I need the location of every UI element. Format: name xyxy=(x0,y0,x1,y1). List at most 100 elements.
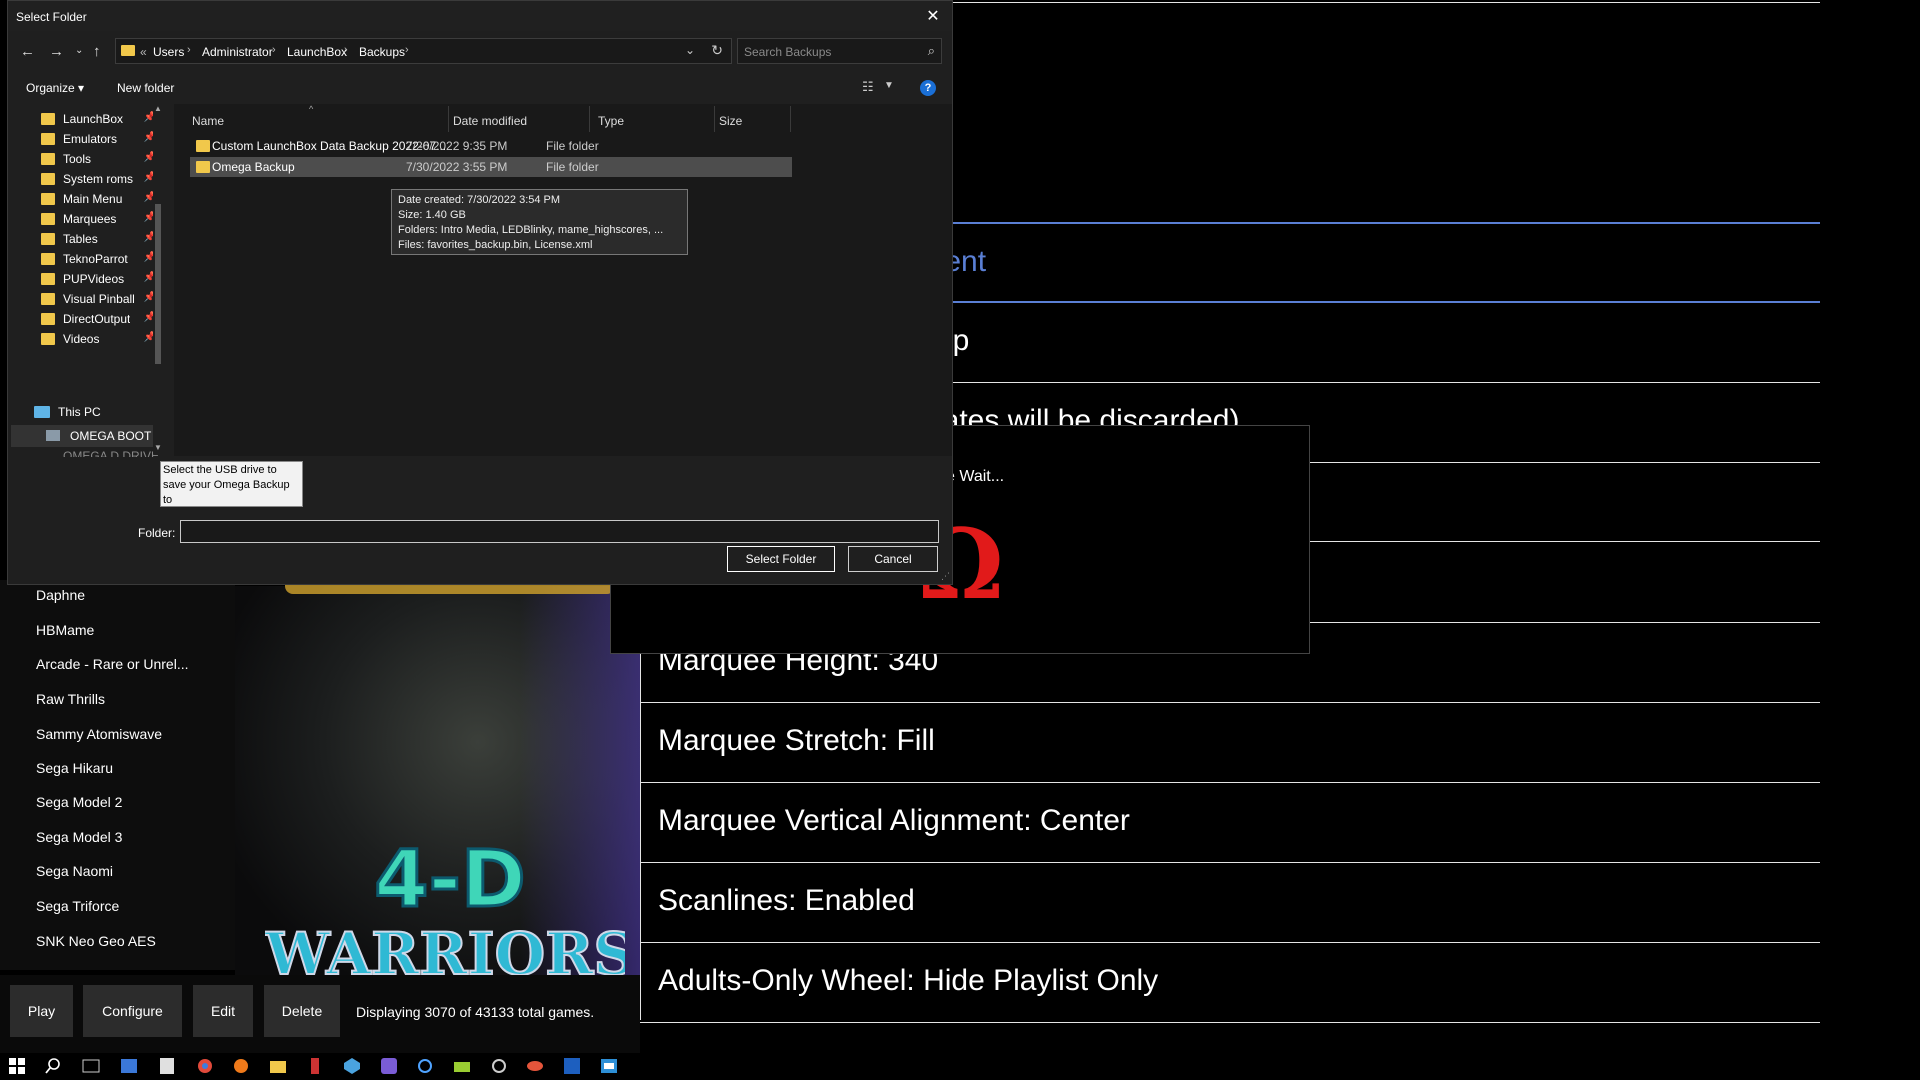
search-icon[interactable]: ⌕ xyxy=(928,43,935,59)
nav-item-marquees[interactable]: Marquees 📌 xyxy=(41,209,156,229)
refresh-icon[interactable]: ↻ xyxy=(711,42,723,59)
chevron-right-icon[interactable]: › xyxy=(272,44,276,56)
file-row[interactable]: Custom LaunchBox Data Backup 2022-07... … xyxy=(190,136,792,156)
platform-item[interactable]: Daphne xyxy=(36,587,85,603)
nav-item-tables[interactable]: Tables 📌 xyxy=(41,229,156,249)
platform-item[interactable]: Sega Model 3 xyxy=(36,829,122,845)
chevron-down-icon[interactable]: ⌄ xyxy=(75,45,83,56)
menu-divider xyxy=(640,862,1820,863)
chevron-down-icon[interactable]: ▼ xyxy=(884,80,894,91)
column-header-type[interactable]: Type xyxy=(598,114,624,128)
breadcrumb-launchbox[interactable]: LaunchBox xyxy=(287,45,347,59)
chevron-right-icon[interactable]: › xyxy=(344,44,348,56)
app-icon[interactable] xyxy=(416,1057,434,1075)
navigation-scrollbar[interactable]: ▲ ▼ xyxy=(153,104,163,454)
scrollbar-thumb[interactable] xyxy=(155,204,161,364)
platform-item[interactable]: Sega Triforce xyxy=(36,898,119,914)
column-header-name[interactable]: Name xyxy=(192,114,224,128)
menu-item-marquee-alignment[interactable]: Marquee Vertical Alignment: Center xyxy=(658,804,1130,838)
start-icon[interactable] xyxy=(8,1057,26,1075)
search-input[interactable] xyxy=(744,44,914,60)
settings-icon[interactable] xyxy=(490,1057,508,1075)
scroll-up-icon[interactable]: ▲ xyxy=(154,104,162,113)
menu-item-marquee-stretch[interactable]: Marquee Stretch: Fill xyxy=(658,724,935,758)
nav-item-visual-pinball[interactable]: Visual Pinball 📌 xyxy=(41,289,156,309)
nav-item-directoutput[interactable]: DirectOutput 📌 xyxy=(41,309,156,329)
navigation-pane: LaunchBox 📌 Emulators 📌 Tools 📌 System roms… xyxy=(8,104,164,456)
chevron-down-icon[interactable]: ⌄ xyxy=(685,43,695,57)
cancel-button[interactable]: Cancel xyxy=(848,546,938,572)
chrome-icon[interactable] xyxy=(196,1057,214,1075)
file-explorer-icon[interactable] xyxy=(269,1057,287,1075)
nav-item-omega-d-drive[interactable]: OMEGA D DRIVE xyxy=(63,449,159,457)
forward-arrow-icon[interactable]: → xyxy=(49,43,64,60)
nav-item-pupvideos[interactable]: PUPVideos 📌 xyxy=(41,269,156,289)
platform-item[interactable]: Sammy Atomiswave xyxy=(36,726,162,742)
app-icon[interactable] xyxy=(453,1057,471,1075)
column-divider[interactable] xyxy=(589,106,590,132)
dialog-titlebar[interactable]: Select Folder ✕ xyxy=(8,1,952,31)
column-header-size[interactable]: Size xyxy=(719,114,742,128)
scroll-down-icon[interactable]: ▼ xyxy=(154,443,162,452)
firefox-icon[interactable] xyxy=(232,1057,250,1075)
platform-item[interactable]: Sega Hikaru xyxy=(36,760,113,776)
chevron-right-icon[interactable]: › xyxy=(405,44,409,56)
nav-item-emulators[interactable]: Emulators 📌 xyxy=(41,129,156,149)
breadcrumb-backups[interactable]: Backups xyxy=(359,45,405,59)
play-button[interactable]: Play xyxy=(10,985,73,1037)
column-divider[interactable] xyxy=(790,106,791,132)
folder-input[interactable] xyxy=(180,520,939,543)
resize-grip-icon[interactable]: ⋰ xyxy=(941,571,950,582)
app-icon[interactable] xyxy=(600,1057,618,1075)
configure-button[interactable]: Configure xyxy=(83,985,182,1037)
search-box[interactable]: ⌕ xyxy=(737,38,942,64)
up-arrow-icon[interactable]: ↑ xyxy=(93,43,101,60)
nav-item-videos[interactable]: Videos 📌 xyxy=(41,329,156,349)
column-divider[interactable] xyxy=(714,106,715,132)
select-folder-button[interactable]: Select Folder xyxy=(727,546,835,572)
column-header-date-modified[interactable]: Date modified xyxy=(453,114,527,128)
app-icon[interactable] xyxy=(563,1057,581,1075)
delete-button[interactable]: Delete xyxy=(264,985,340,1037)
help-icon[interactable]: ? xyxy=(920,80,936,96)
command-bar: Organize ▾ New folder ☷ ▼ ? xyxy=(8,73,952,103)
app-icon[interactable] xyxy=(343,1057,361,1075)
platform-item[interactable]: Arcade - Rare or Unrel... xyxy=(36,656,189,672)
platform-item[interactable]: Sega Model 2 xyxy=(36,794,122,810)
edit-button[interactable]: Edit xyxy=(193,985,253,1037)
notepad-icon[interactable] xyxy=(158,1057,176,1075)
app-icon[interactable] xyxy=(526,1057,544,1075)
breadcrumb-administrator[interactable]: Administrator xyxy=(202,45,273,59)
organize-button[interactable]: Organize ▾ xyxy=(26,81,84,95)
column-divider[interactable] xyxy=(448,106,449,132)
menu-item-scanlines[interactable]: Scanlines: Enabled xyxy=(658,884,915,918)
menu-item-adults-only-wheel[interactable]: Adults-Only Wheel: Hide Playlist Only xyxy=(658,964,1158,998)
app-icon[interactable] xyxy=(120,1057,138,1075)
nav-item-teknoparrot[interactable]: TeknoParrot 📌 xyxy=(41,249,156,269)
terminal-icon[interactable] xyxy=(82,1057,100,1075)
platform-item[interactable]: Raw Thrills xyxy=(36,691,105,707)
platform-item[interactable]: SNK Neo Geo AES xyxy=(36,933,156,949)
app-icon[interactable] xyxy=(306,1057,324,1075)
address-bar[interactable]: « Users › Administrator › LaunchBox › Ba… xyxy=(115,38,732,64)
nav-item-tools[interactable]: Tools 📌 xyxy=(41,149,156,169)
view-options-icon[interactable]: ☷ xyxy=(862,79,874,95)
new-folder-button[interactable]: New folder xyxy=(117,81,174,95)
platform-list: Daphne HBMame Arcade - Rare or Unrel... … xyxy=(0,580,235,970)
file-row-selected[interactable]: Omega Backup 7/30/2022 3:55 PM File fold… xyxy=(190,157,792,177)
app-icon[interactable] xyxy=(380,1057,398,1075)
breadcrumb-overflow[interactable]: « xyxy=(140,45,147,59)
nav-item-system-roms[interactable]: System roms 📌 xyxy=(41,169,156,189)
nav-item-this-pc[interactable]: This PC xyxy=(34,405,101,419)
select-folder-dialog: Select Folder ✕ ← → ⌄ ↑ « Users › Admini… xyxy=(7,0,953,585)
back-arrow-icon[interactable]: ← xyxy=(20,43,35,60)
nav-item-main-menu[interactable]: Main Menu 📌 xyxy=(41,189,156,209)
platform-item[interactable]: Sega Naomi xyxy=(36,863,113,879)
nav-item-omega-boot[interactable]: OMEGA BOOT D xyxy=(11,425,153,447)
breadcrumb-users[interactable]: Users xyxy=(153,45,184,59)
nav-item-launchbox[interactable]: LaunchBox 📌 xyxy=(41,109,156,129)
close-icon[interactable]: ✕ xyxy=(922,5,944,27)
search-icon[interactable] xyxy=(44,1057,62,1075)
chevron-right-icon[interactable]: › xyxy=(187,44,191,56)
platform-item[interactable]: HBMame xyxy=(36,622,94,638)
